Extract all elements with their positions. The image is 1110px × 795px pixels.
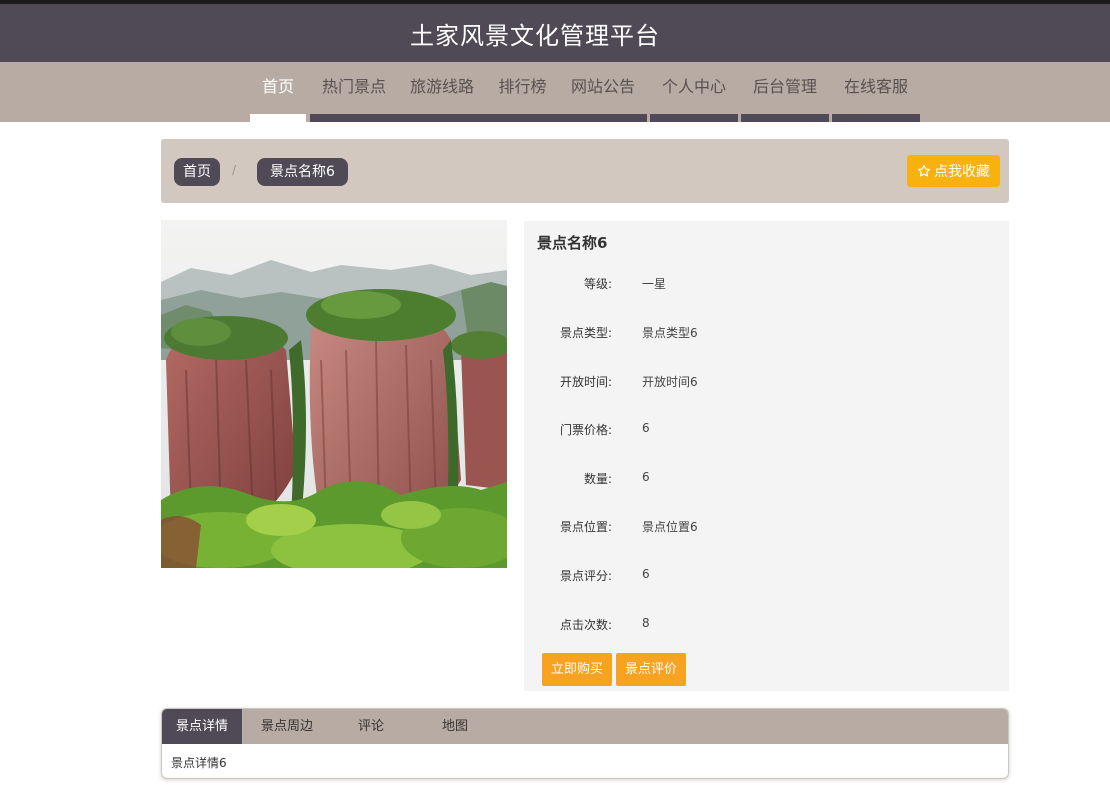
nav-indicator: [832, 114, 920, 122]
breadcrumb-home[interactable]: 首页: [174, 158, 220, 186]
nav-item-personal-center[interactable]: 个人中心: [650, 62, 738, 114]
info-row-ticket-price: 门票价格: 6: [524, 421, 1009, 441]
nav-item-admin[interactable]: 后台管理: [741, 62, 829, 114]
nav-item-home[interactable]: 首页: [250, 62, 306, 114]
info-value: 8: [642, 616, 650, 630]
breadcrumb-current[interactable]: 景点名称6: [257, 158, 348, 186]
info-label: 数量:: [583, 472, 612, 486]
nav-indicator-active: [250, 114, 306, 122]
info-value: 一星: [642, 277, 667, 291]
spot-title: 景点名称6: [537, 234, 608, 252]
info-value: 6: [642, 421, 650, 435]
tab-comments[interactable]: 评论: [329, 709, 413, 744]
info-row-type: 景点类型: 景点类型6: [524, 324, 1009, 344]
nav-item-ranking[interactable]: 排行榜: [486, 62, 559, 114]
nav-item-announcements[interactable]: 网站公告: [559, 62, 647, 114]
nav-indicator: [310, 114, 647, 122]
info-label: 景点类型:: [559, 326, 612, 340]
info-row-open-time: 开放时间: 开放时间6: [524, 373, 1009, 393]
info-label: 门票价格:: [559, 423, 612, 437]
tab-spot-surroundings[interactable]: 景点周边: [245, 709, 329, 744]
nav-item-hot-spots[interactable]: 热门景点: [310, 62, 398, 114]
info-label: 开放时间:: [559, 375, 612, 389]
tab-content: 景点详情6: [171, 756, 227, 770]
main-nav: 首页 热门景点 旅游线路 排行榜 网站公告 个人中心 后台管理 在线客服: [0, 62, 1110, 122]
star-outline-icon: [917, 164, 931, 177]
info-label: 景点位置:: [559, 520, 612, 534]
tab-map[interactable]: 地图: [413, 709, 497, 744]
nav-item-customer-service[interactable]: 在线客服: [832, 62, 920, 114]
site-title: 土家风景文化管理平台: [410, 21, 660, 50]
info-label: 点击次数:: [559, 618, 612, 632]
info-value: 开放时间6: [642, 375, 698, 389]
nav-indicator: [741, 114, 829, 122]
favorite-button-label: 点我收藏: [934, 164, 990, 180]
info-label: 等级:: [583, 277, 612, 291]
tabs-header: 景点详情 景点周边 评论 地图: [162, 709, 1008, 744]
info-value: 6: [642, 567, 650, 581]
spot-info-panel: 景点名称6 等级: 一星 景点类型: 景点类型6 开放时间: 开放时间6 门票价…: [524, 221, 1009, 691]
info-row-quantity: 数量: 6: [524, 470, 1009, 490]
review-spot-button[interactable]: 景点评价: [616, 653, 687, 686]
scenic-spot-photo: [161, 220, 507, 568]
info-row-click-count: 点击次数: 8: [524, 616, 1009, 636]
nav-item-tour-routes[interactable]: 旅游线路: [398, 62, 486, 114]
breadcrumb-separator: /: [232, 163, 237, 177]
info-row-level: 等级: 一星: [524, 275, 1009, 295]
info-value: 景点类型6: [642, 326, 698, 340]
scenic-photo-illustration: [161, 220, 507, 568]
site-header: 土家风景文化管理平台: [0, 0, 1110, 62]
info-row-rating: 景点评分: 6: [524, 567, 1009, 587]
nav-indicator: [650, 114, 738, 122]
info-row-location: 景点位置: 景点位置6: [524, 518, 1009, 538]
info-value: 6: [642, 470, 650, 484]
breadcrumb: 首页 / 景点名称6 点我收藏: [161, 139, 1009, 203]
info-label: 景点评分:: [559, 569, 612, 583]
favorite-button[interactable]: 点我收藏: [907, 155, 1000, 187]
buy-now-button[interactable]: 立即购买: [542, 653, 613, 686]
tab-spot-details[interactable]: 景点详情: [162, 709, 242, 744]
detail-tabs: 景点详情 景点周边 评论 地图 景点详情6: [161, 708, 1009, 779]
info-value: 景点位置6: [642, 520, 698, 534]
